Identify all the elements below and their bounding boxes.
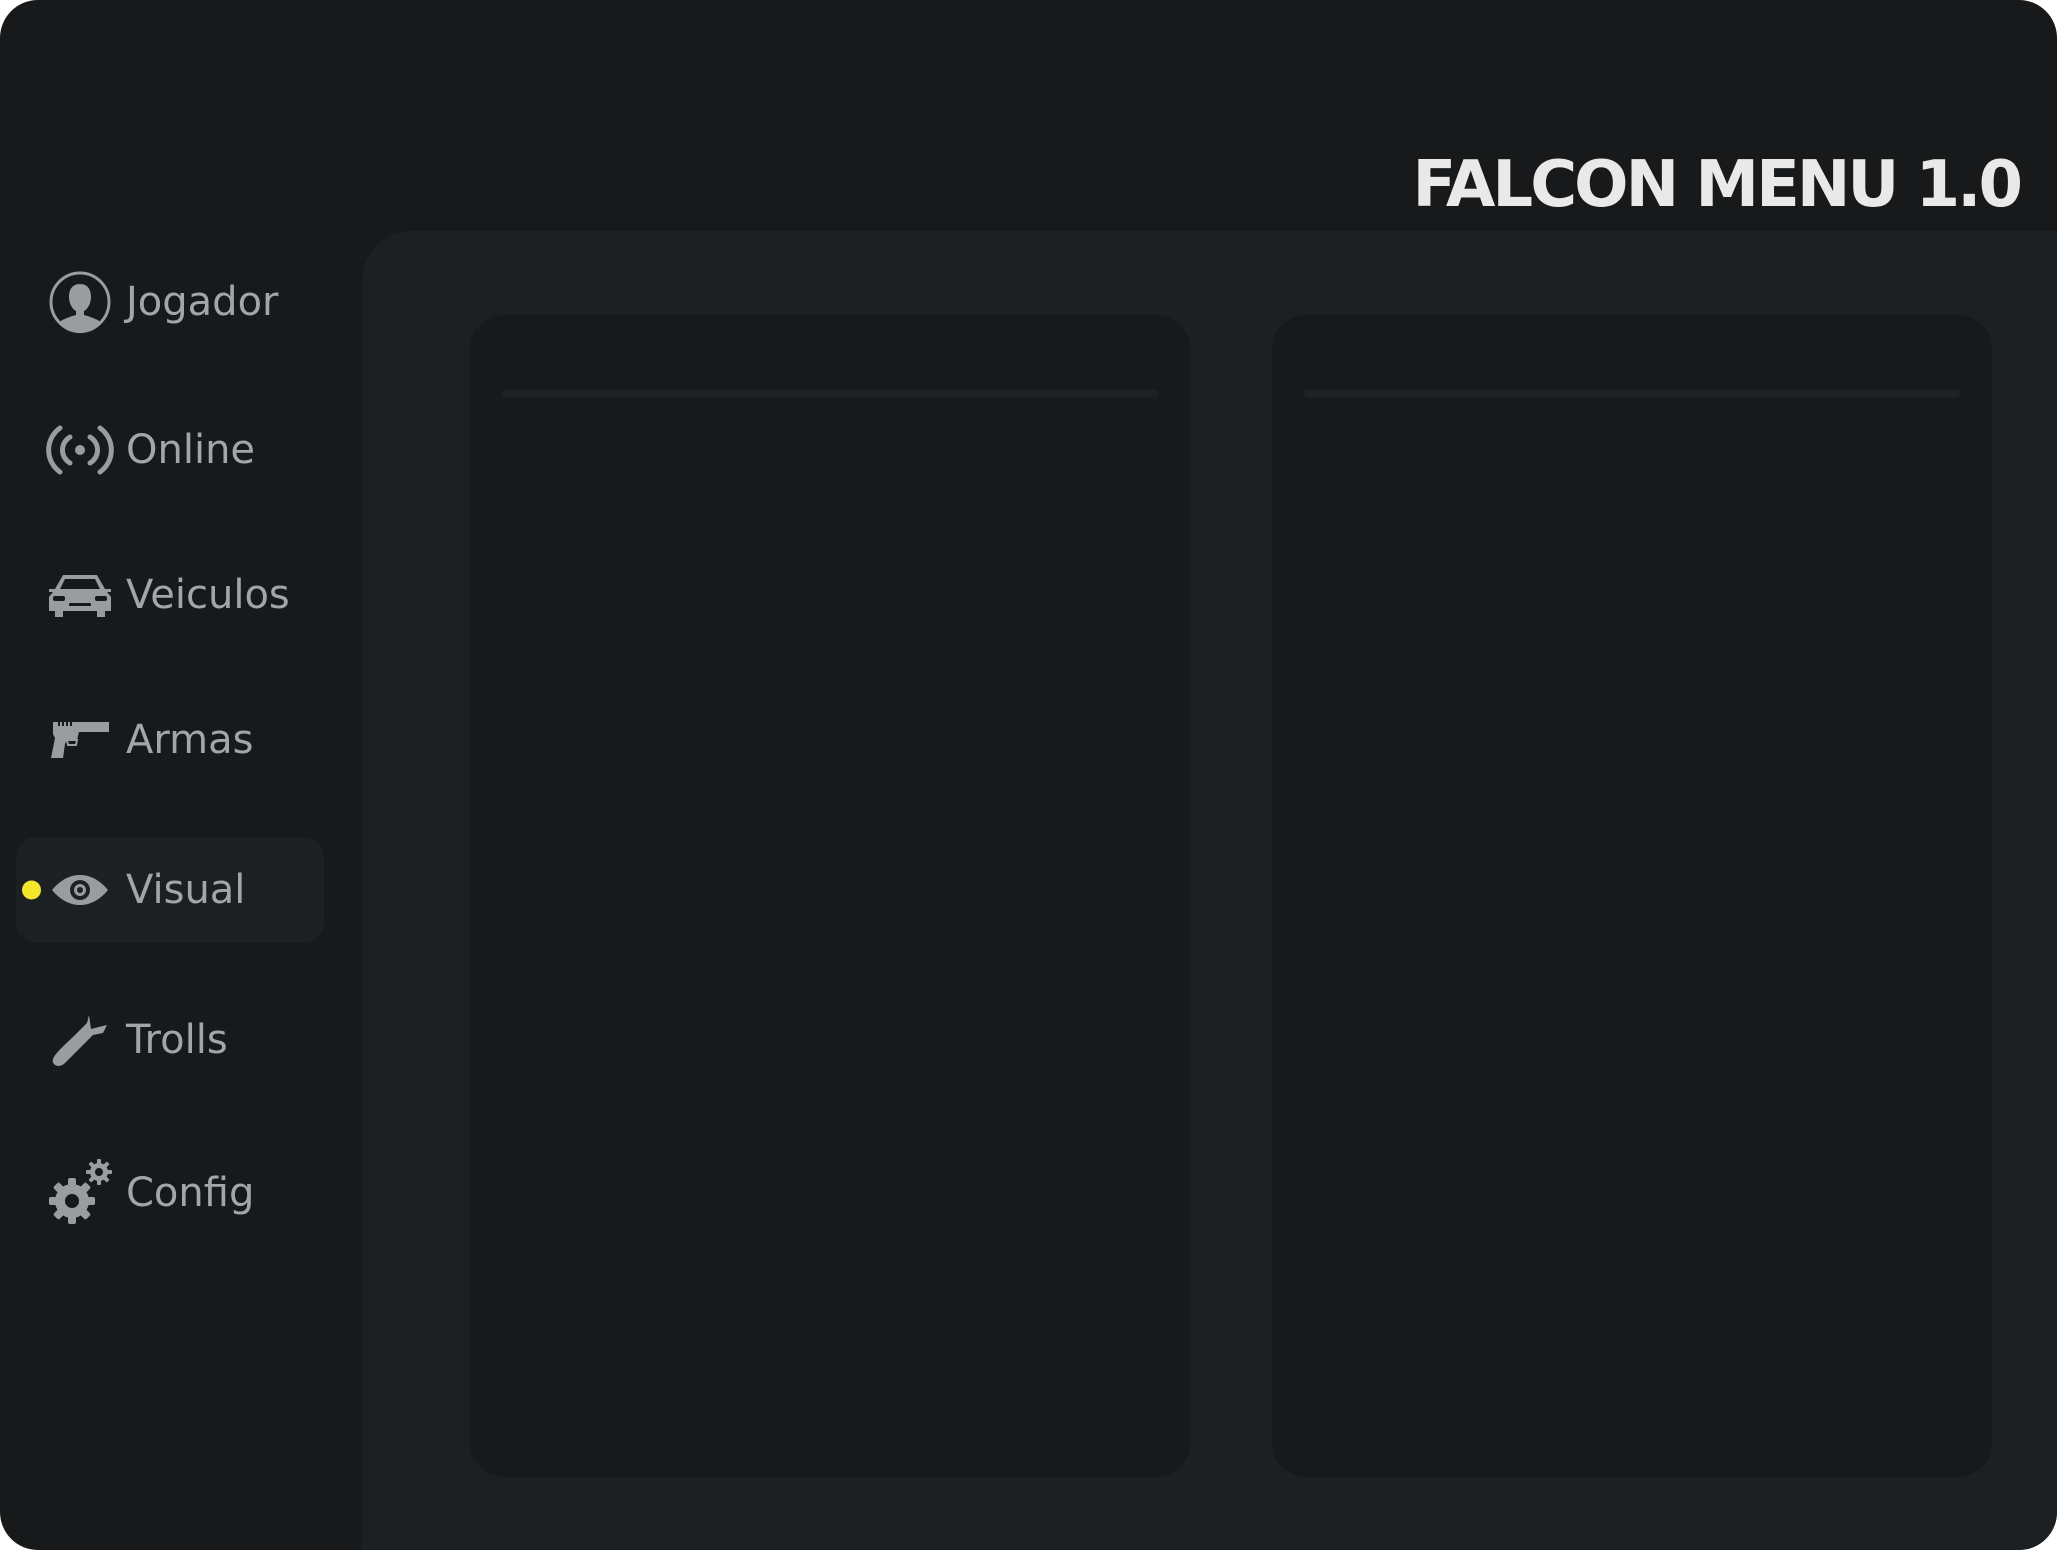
sidebar-item-armas[interactable]: Armas (16, 687, 324, 793)
panel-header-bar (502, 389, 1158, 398)
active-indicator (22, 880, 41, 900)
left-panel (470, 315, 1190, 1477)
sidebar-item-label: Trolls (126, 1017, 228, 1063)
pistol-icon (44, 704, 116, 776)
sidebar: Jogador Online Veiculos Armas Visual Tro… (0, 230, 362, 1550)
sidebar-item-trolls[interactable]: Trolls (16, 987, 324, 1093)
sidebar-item-veiculos[interactable]: Veiculos (16, 542, 324, 648)
sidebar-item-config[interactable]: Config (16, 1140, 324, 1246)
gears-icon (44, 1157, 116, 1229)
sidebar-item-label: Veiculos (126, 572, 290, 618)
content-area (362, 231, 2057, 1550)
broadcast-icon (44, 414, 116, 486)
sidebar-item-online[interactable]: Online (16, 397, 324, 503)
sidebar-item-label: Jogador (126, 279, 279, 325)
sidebar-item-label: Armas (126, 717, 254, 763)
sidebar-item-label: Online (126, 427, 256, 473)
car-icon (44, 559, 116, 631)
menu-title: FALCON MENU 1.0 (1412, 148, 2023, 222)
sidebar-item-jogador[interactable]: Jogador (16, 249, 324, 355)
bomb-icon (44, 1004, 116, 1076)
right-panel (1272, 315, 1992, 1477)
user-icon (44, 266, 116, 338)
sidebar-item-visual[interactable]: Visual (16, 837, 324, 943)
eye-icon (44, 854, 116, 926)
sidebar-item-label: Config (126, 1170, 255, 1216)
panel-header-bar (1304, 389, 1960, 398)
menu-window: FALCON MENU 1.0 Jogador Online Veiculos … (0, 0, 2057, 1550)
sidebar-item-label: Visual (126, 867, 246, 913)
